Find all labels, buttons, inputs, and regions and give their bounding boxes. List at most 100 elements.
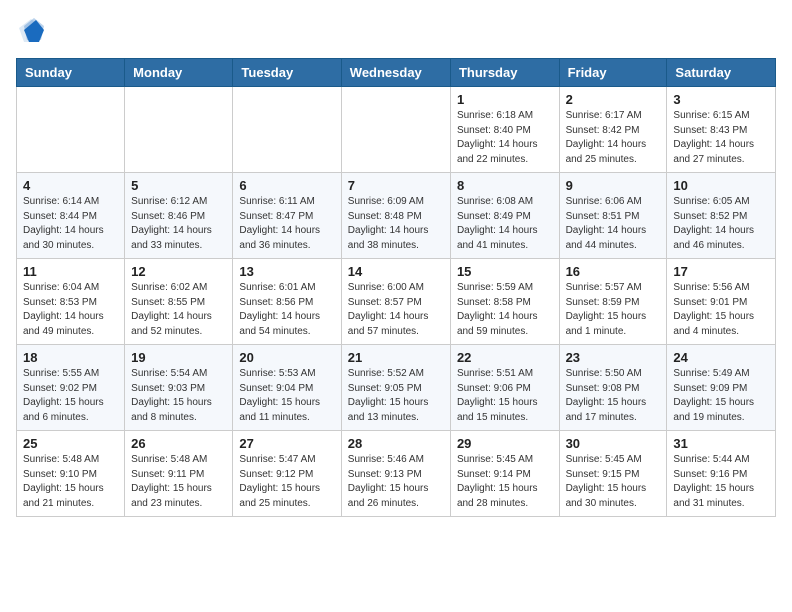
- calendar-cell: 22 Sunrise: 5:51 AM Sunset: 9:06 PM Dayli…: [450, 345, 559, 431]
- cell-content: Sunrise: 6:04 AM Sunset: 8:53 PM Dayligh…: [23, 281, 118, 339]
- cell-content: Sunrise: 5:46 AM Sunset: 9:13 PM Dayligh…: [348, 453, 444, 511]
- day-number: 22: [457, 350, 553, 365]
- calendar-cell: 19Sunrise: 5:54 AM Sunset: 9:03 PM Dayli…: [125, 345, 233, 431]
- day-number: 5: [131, 178, 226, 193]
- cell-content: Sunrise: 6:08 AM Sunset: 8:49 PM Dayligh…: [457, 195, 553, 253]
- calendar-cell: 7 Sunrise: 6:09 AM Sunset: 8:48 PM Daylig…: [341, 173, 450, 259]
- day-number: 14: [348, 264, 444, 279]
- page-header: [16, 16, 776, 46]
- calendar-cell: 11 Sunrise: 6:04 AM Sunset: 8:53 PM Dayli…: [17, 259, 125, 345]
- cell-content: Sunrise: 6:09 AM Sunset: 8:48 PM Dayligh…: [348, 195, 444, 253]
- day-number: 24: [673, 350, 769, 365]
- cell-content: Sunrise: 5:52 AM Sunset: 9:05 PM Dayligh…: [348, 367, 444, 425]
- calendar-cell: 2 Sunrise: 6:17 AM Sunset: 8:42 PM Daylig…: [559, 87, 667, 173]
- cell-content: Sunrise: 6:18 AM Sunset: 8:40 PM Dayligh…: [457, 109, 553, 167]
- calendar-cell: 27 Sunrise: 5:47 AM Sunset: 9:12 PM Dayli…: [233, 431, 341, 517]
- day-number: 25: [23, 436, 118, 451]
- cell-content: Sunrise: 6:12 AM Sunset: 8:46 PM Dayligh…: [131, 195, 226, 253]
- cell-content: Sunrise: 5:59 AM Sunset: 8:58 PM Dayligh…: [457, 281, 553, 339]
- cell-content: Sunrise: 6:00 AM Sunset: 8:57 PM Dayligh…: [348, 281, 444, 339]
- logo-icon: [16, 16, 46, 46]
- day-header-saturday: Saturday: [667, 59, 776, 87]
- calendar-cell: 8 Sunrise: 6:08 AM Sunset: 8:49 PM Daylig…: [450, 173, 559, 259]
- day-number: 13: [239, 264, 334, 279]
- cell-content: Sunrise: 5:57 AM Sunset: 8:59 PM Dayligh…: [566, 281, 661, 339]
- calendar-cell: 10Sunrise: 6:05 AM Sunset: 8:52 PM Dayli…: [667, 173, 776, 259]
- cell-content: Sunrise: 6:14 AM Sunset: 8:44 PM Dayligh…: [23, 195, 118, 253]
- day-number: 3: [673, 92, 769, 107]
- day-number: 18: [23, 350, 118, 365]
- cell-content: Sunrise: 5:50 AM Sunset: 9:08 PM Dayligh…: [566, 367, 661, 425]
- calendar-cell: 30 Sunrise: 5:45 AM Sunset: 9:15 PM Dayli…: [559, 431, 667, 517]
- calendar-cell: 4 Sunrise: 6:14 AM Sunset: 8:44 PM Daylig…: [17, 173, 125, 259]
- calendar-cell: 3 Sunrise: 6:15 AM Sunset: 8:43 PM Daylig…: [667, 87, 776, 173]
- cell-content: Sunrise: 5:44 AM Sunset: 9:16 PM Dayligh…: [673, 453, 769, 511]
- cell-content: Sunrise: 6:05 AM Sunset: 8:52 PM Dayligh…: [673, 195, 769, 253]
- cell-content: Sunrise: 5:51 AM Sunset: 9:06 PM Dayligh…: [457, 367, 553, 425]
- calendar-cell: 24 Sunrise: 5:49 AM Sunset: 9:09 PM Dayli…: [667, 345, 776, 431]
- day-number: 27: [239, 436, 334, 451]
- calendar-cell: 31 Sunrise: 5:44 AM Sunset: 9:16 PM Dayli…: [667, 431, 776, 517]
- calendar-cell: 21 Sunrise: 5:52 AM Sunset: 9:05 PM Dayli…: [341, 345, 450, 431]
- cell-content: Sunrise: 6:15 AM Sunset: 8:43 PM Dayligh…: [673, 109, 769, 167]
- day-number: 9: [566, 178, 661, 193]
- day-number: 11: [23, 264, 118, 279]
- day-header-tuesday: Tuesday: [233, 59, 341, 87]
- day-number: 7: [348, 178, 444, 193]
- calendar-cell: 25 Sunrise: 5:48 AM Sunset: 9:10 PM Dayli…: [17, 431, 125, 517]
- calendar-cell: 28 Sunrise: 5:46 AM Sunset: 9:13 PM Dayli…: [341, 431, 450, 517]
- calendar-cell: 18 Sunrise: 5:55 AM Sunset: 9:02 PM Dayli…: [17, 345, 125, 431]
- calendar-cell: 29 Sunrise: 5:45 AM Sunset: 9:14 PM Dayli…: [450, 431, 559, 517]
- calendar-cell: 15 Sunrise: 5:59 AM Sunset: 8:58 PM Dayli…: [450, 259, 559, 345]
- cell-content: Sunrise: 5:54 AM Sunset: 9:03 PM Dayligh…: [131, 367, 226, 425]
- cell-content: Sunrise: 6:02 AM Sunset: 8:55 PM Dayligh…: [131, 281, 226, 339]
- day-number: 15: [457, 264, 553, 279]
- calendar-cell: [341, 87, 450, 173]
- day-header-wednesday: Wednesday: [341, 59, 450, 87]
- cell-content: Sunrise: 6:01 AM Sunset: 8:56 PM Dayligh…: [239, 281, 334, 339]
- day-number: 31: [673, 436, 769, 451]
- day-number: 6: [239, 178, 334, 193]
- calendar-cell: 14 Sunrise: 6:00 AM Sunset: 8:57 PM Dayli…: [341, 259, 450, 345]
- day-number: 20: [239, 350, 334, 365]
- cell-content: Sunrise: 5:48 AM Sunset: 9:11 PM Dayligh…: [131, 453, 226, 511]
- cell-content: Sunrise: 5:49 AM Sunset: 9:09 PM Dayligh…: [673, 367, 769, 425]
- day-number: 23: [566, 350, 661, 365]
- day-header-monday: Monday: [125, 59, 233, 87]
- cell-content: Sunrise: 6:11 AM Sunset: 8:47 PM Dayligh…: [239, 195, 334, 253]
- day-number: 28: [348, 436, 444, 451]
- calendar-cell: 23 Sunrise: 5:50 AM Sunset: 9:08 PM Dayli…: [559, 345, 667, 431]
- day-number: 29: [457, 436, 553, 451]
- cell-content: Sunrise: 5:45 AM Sunset: 9:15 PM Dayligh…: [566, 453, 661, 511]
- logo: [16, 16, 50, 46]
- day-number: 21: [348, 350, 444, 365]
- day-number: 26: [131, 436, 226, 451]
- day-number: 2: [566, 92, 661, 107]
- day-number: 30: [566, 436, 661, 451]
- cell-content: Sunrise: 6:06 AM Sunset: 8:51 PM Dayligh…: [566, 195, 661, 253]
- day-number: 4: [23, 178, 118, 193]
- calendar-cell: 9 Sunrise: 6:06 AM Sunset: 8:51 PM Daylig…: [559, 173, 667, 259]
- day-number: 8: [457, 178, 553, 193]
- calendar-cell: [125, 87, 233, 173]
- calendar-cell: 26 Sunrise: 5:48 AM Sunset: 9:11 PM Dayli…: [125, 431, 233, 517]
- day-header-sunday: Sunday: [17, 59, 125, 87]
- day-header-friday: Friday: [559, 59, 667, 87]
- cell-content: Sunrise: 5:47 AM Sunset: 9:12 PM Dayligh…: [239, 453, 334, 511]
- calendar-cell: 20 Sunrise: 5:53 AM Sunset: 9:04 PM Dayli…: [233, 345, 341, 431]
- calendar-cell: 5 Sunrise: 6:12 AM Sunset: 8:46 PM Daylig…: [125, 173, 233, 259]
- day-number: 17: [673, 264, 769, 279]
- cell-content: Sunrise: 5:55 AM Sunset: 9:02 PM Dayligh…: [23, 367, 118, 425]
- calendar-table: SundayMondayTuesdayWednesdayThursdayFrid…: [16, 58, 776, 517]
- day-header-thursday: Thursday: [450, 59, 559, 87]
- cell-content: Sunrise: 6:17 AM Sunset: 8:42 PM Dayligh…: [566, 109, 661, 167]
- cell-content: Sunrise: 5:53 AM Sunset: 9:04 PM Dayligh…: [239, 367, 334, 425]
- cell-content: Sunrise: 5:45 AM Sunset: 9:14 PM Dayligh…: [457, 453, 553, 511]
- calendar-cell: 17Sunrise: 5:56 AM Sunset: 9:01 PM Dayli…: [667, 259, 776, 345]
- day-number: 16: [566, 264, 661, 279]
- cell-content: Sunrise: 5:48 AM Sunset: 9:10 PM Dayligh…: [23, 453, 118, 511]
- calendar-cell: 16 Sunrise: 5:57 AM Sunset: 8:59 PM Dayli…: [559, 259, 667, 345]
- day-number: 1: [457, 92, 553, 107]
- calendar-cell: 6 Sunrise: 6:11 AM Sunset: 8:47 PM Daylig…: [233, 173, 341, 259]
- calendar-cell: [17, 87, 125, 173]
